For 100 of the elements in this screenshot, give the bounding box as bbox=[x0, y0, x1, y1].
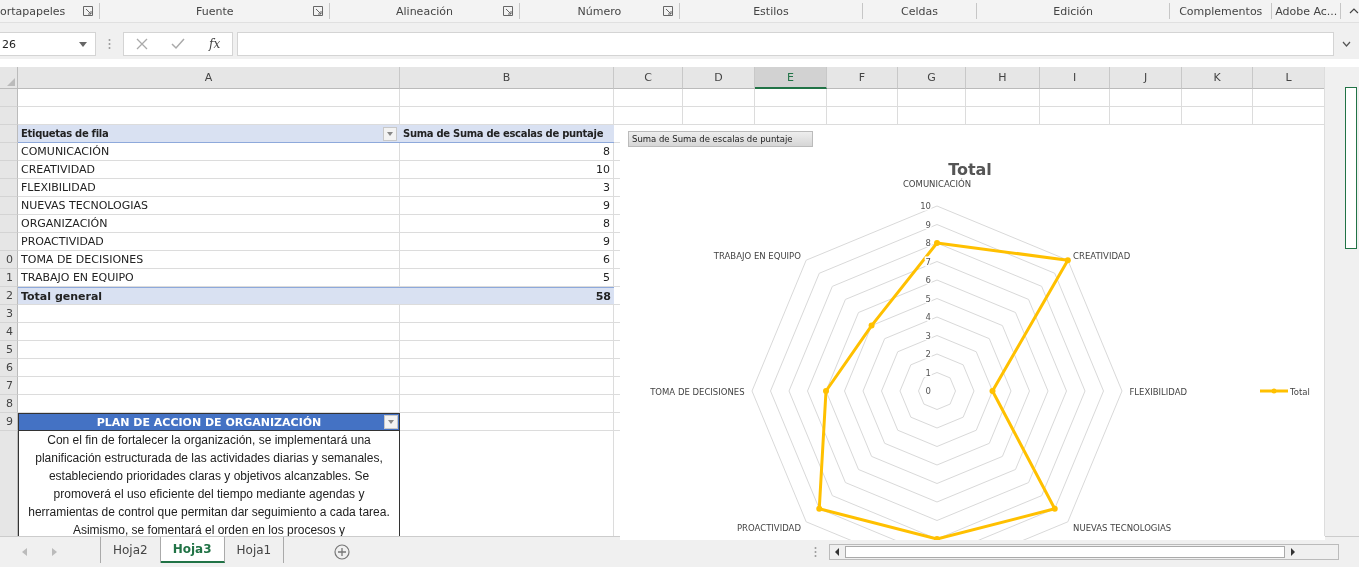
row-header[interactable] bbox=[0, 143, 18, 161]
insert-function-button[interactable]: fx bbox=[209, 37, 221, 51]
table-cell: COMUNICACIÓN bbox=[18, 143, 400, 161]
row-header[interactable] bbox=[0, 89, 18, 107]
row-header[interactable] bbox=[0, 431, 18, 536]
axis-tick-label: 6 bbox=[925, 275, 931, 285]
row-header[interactable]: 3 bbox=[0, 305, 18, 323]
row-header[interactable]: 7 bbox=[0, 377, 18, 395]
column-header[interactable]: H bbox=[966, 67, 1040, 89]
row-header[interactable]: 4 bbox=[0, 323, 18, 341]
grip-icon bbox=[814, 546, 817, 558]
category-label: PROACTIVIDAD bbox=[737, 523, 801, 534]
column-header[interactable]: A bbox=[18, 67, 400, 89]
ribbon-group-label: Edición bbox=[1053, 4, 1094, 18]
ribbon-group-label: ortapapeles bbox=[0, 4, 66, 18]
category-label: COMUNICACIÓN bbox=[902, 178, 972, 189]
next-sheet-icon[interactable] bbox=[52, 548, 58, 556]
table-cell: FLEXIBILIDAD bbox=[18, 179, 400, 197]
vertical-scrollbar[interactable] bbox=[1324, 67, 1359, 536]
formula-input[interactable] bbox=[237, 32, 1334, 56]
row-header[interactable] bbox=[0, 107, 18, 125]
chart-field-button[interactable]: Suma de Suma de escalas de puntaje bbox=[628, 131, 814, 147]
axis-tick-label: 8 bbox=[925, 238, 931, 248]
axis-tick-label: 5 bbox=[925, 293, 931, 304]
scroll-left-icon[interactable] bbox=[833, 547, 841, 557]
category-label: FLEXIBILIDAD bbox=[1129, 387, 1188, 397]
table-cell: ORGANIZACIÓN bbox=[18, 215, 400, 233]
table-cell: PROACTIVIDAD bbox=[18, 233, 400, 251]
column-header[interactable]: E bbox=[755, 67, 827, 89]
row-header[interactable] bbox=[0, 197, 18, 215]
dialog-launcher-icon[interactable] bbox=[662, 6, 673, 16]
axis-tick-label: 9 bbox=[925, 219, 931, 230]
table-cell: 6 bbox=[400, 251, 614, 269]
column-header[interactable]: L bbox=[1253, 67, 1325, 89]
axis-tick-label: 7 bbox=[925, 256, 931, 267]
pivot-header-cell: Suma de Suma de escalas de puntaje bbox=[400, 125, 614, 143]
empty-cell bbox=[755, 89, 827, 107]
expand-chevron-icon[interactable] bbox=[1342, 41, 1351, 47]
axis-tick-label: 4 bbox=[925, 312, 931, 322]
ribbon-group-label: Número bbox=[577, 4, 622, 18]
row-header[interactable]: 1 bbox=[0, 269, 18, 287]
table-cell: 8 bbox=[400, 143, 614, 161]
dropdown-caret-icon bbox=[79, 41, 87, 47]
select-all-button[interactable] bbox=[0, 67, 18, 89]
empty-cell bbox=[614, 89, 683, 107]
collapse-ribbon-icon[interactable] bbox=[1349, 7, 1359, 15]
axis-tick-label: 1 bbox=[925, 367, 931, 378]
dialog-launcher-icon[interactable] bbox=[502, 6, 513, 16]
row-header[interactable]: 0 bbox=[0, 251, 18, 269]
filter-dropdown-icon[interactable] bbox=[384, 415, 398, 429]
empty-cell bbox=[683, 89, 755, 107]
row-header[interactable] bbox=[0, 179, 18, 197]
empty-cell bbox=[1182, 89, 1253, 107]
row-header[interactable]: 8 bbox=[0, 395, 18, 413]
dialog-launcher-icon[interactable] bbox=[313, 6, 324, 16]
axis-tick-label: 3 bbox=[925, 330, 931, 341]
row-header[interactable] bbox=[0, 161, 18, 179]
column-header[interactable]: F bbox=[827, 67, 898, 89]
prev-sheet-icon[interactable] bbox=[22, 548, 28, 556]
total-cell: 58 bbox=[400, 287, 614, 305]
scroll-right-icon[interactable] bbox=[1289, 547, 1297, 557]
empty-cell bbox=[898, 89, 966, 107]
check-icon[interactable] bbox=[171, 38, 186, 50]
row-header[interactable]: 6 bbox=[0, 359, 18, 377]
table-cell: 10 bbox=[400, 161, 614, 179]
ribbon-group-label: Fuente bbox=[195, 4, 234, 18]
grip-icon bbox=[108, 38, 111, 50]
name-box[interactable]: 26 bbox=[0, 32, 96, 56]
filter-dropdown-icon[interactable] bbox=[383, 126, 397, 141]
table-cell: 8 bbox=[400, 215, 614, 233]
row-header[interactable] bbox=[0, 215, 18, 233]
row-header[interactable] bbox=[0, 233, 18, 251]
row-header[interactable]: 9 bbox=[0, 413, 18, 431]
column-header[interactable]: K bbox=[1182, 67, 1253, 89]
axis-tick-label: 10 bbox=[920, 201, 931, 211]
dialog-launcher-icon[interactable] bbox=[83, 6, 94, 16]
column-header[interactable]: J bbox=[1110, 67, 1182, 89]
category-label: NUEVAS TECNOLOGIAS bbox=[1073, 523, 1172, 534]
column-header[interactable]: I bbox=[1040, 67, 1110, 89]
empty-cell bbox=[1040, 89, 1110, 107]
add-sheet-icon[interactable] bbox=[334, 544, 351, 560]
row-header[interactable]: 2 bbox=[0, 287, 18, 305]
horizontal-scrollbar[interactable] bbox=[829, 544, 1339, 560]
category-label: TRABAJO EN EQUIPO bbox=[713, 250, 801, 261]
table-cell: 3 bbox=[400, 179, 614, 197]
column-header[interactable]: B bbox=[400, 67, 614, 89]
column-header[interactable]: G bbox=[898, 67, 966, 89]
column-header[interactable]: C bbox=[614, 67, 683, 89]
row-header[interactable]: 5 bbox=[0, 341, 18, 359]
table-cell: CREATIVIDAD bbox=[18, 161, 400, 179]
corner-triangle-icon bbox=[7, 78, 15, 86]
total-cell: Total general bbox=[18, 287, 400, 305]
column-header[interactable]: D bbox=[683, 67, 755, 89]
cancel-icon[interactable] bbox=[135, 38, 148, 50]
ribbon-group-label: Estilos bbox=[753, 4, 789, 18]
row-header[interactable] bbox=[0, 125, 18, 143]
table-cell: NUEVAS TECNOLOGIAS bbox=[18, 197, 400, 215]
sheet-tab[interactable]: Hoja3 bbox=[160, 537, 225, 563]
ribbon-group-label: Alineación bbox=[396, 4, 453, 18]
axis-tick-label: 2 bbox=[925, 349, 931, 359]
